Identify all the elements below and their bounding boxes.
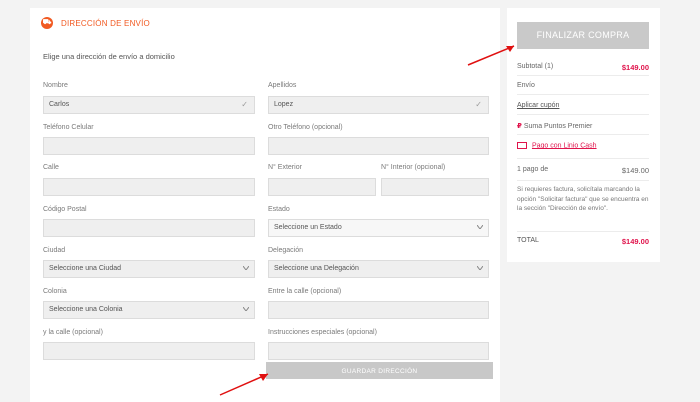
otro-telefono-label: Otro Teléfono (opcional) [268,124,343,131]
apply-coupon-link[interactable]: Aplicar cupón [517,102,559,109]
colonia-value: Seleccione una Colonia [49,306,123,313]
points-row: ₽ Suma Puntos Premier [517,122,649,130]
envio-label: Envío [517,82,535,89]
estado-label: Estado [268,206,290,213]
estado-value: Seleccione un Estado [274,224,342,231]
subtotal-row: Subtotal (1) $149.00 [517,63,649,72]
no-exterior-field[interactable] [268,178,376,196]
colonia-select[interactable]: Seleccione una Colonia [43,301,255,319]
check-icon: ✓ [475,100,482,109]
subtotal-value: $149.00 [621,63,649,72]
apellidos-value: Lopez [274,101,294,108]
wallet-icon [517,142,527,149]
otro-telefono-field[interactable] [268,137,489,155]
instrucciones-label: Instrucciones especiales (opcional) [268,329,377,336]
divider [517,75,649,76]
entre-calle-field[interactable] [268,301,489,319]
divider [517,134,649,135]
colonia-label: Colonia [43,288,67,295]
coupon-row[interactable]: Aplicar cupón [517,102,649,109]
entre-calle-label: Entre la calle (opcional) [268,288,342,295]
y-calle-field[interactable] [43,342,255,360]
divider [517,94,649,95]
y-calle-label: y la calle (opcional) [43,329,103,336]
estado-select[interactable]: Seleccione un Estado [268,219,489,237]
subtotal-label: Subtotal (1) [517,63,554,70]
section-subtitle: Elige una dirección de envío a domicilio [43,52,175,61]
delegacion-value: Seleccione una Delegación [274,265,359,272]
no-interior-label: N° Interior (opcional) [381,164,446,171]
telefono-celular-field[interactable] [43,137,255,155]
payments-row: 1 pago de $149.00 [517,166,649,175]
finish-purchase-button[interactable]: FINALIZAR COMPRA [517,22,649,49]
chevron-down-icon [477,266,483,270]
payments-value: $149.00 [621,166,649,175]
telefono-celular-label: Teléfono Celular [43,124,94,131]
divider [517,114,649,115]
divider [517,231,649,232]
total-value: $149.00 [621,237,649,246]
nombre-label: Nombre [43,82,68,89]
instrucciones-field[interactable] [268,342,489,360]
nombre-value: Carlos [49,101,70,108]
ciudad-value: Seleccione una Ciudad [49,265,121,272]
truck-icon: ⛟ [41,17,53,29]
chevron-down-icon [243,307,249,311]
ciudad-select[interactable]: Seleccione una Ciudad [43,260,255,278]
payments-label: 1 pago de [517,166,549,173]
apellidos-field[interactable]: Lopez ✓ [268,96,489,114]
points-label: Suma Puntos Premier [523,123,593,130]
calle-label: Calle [43,164,59,171]
chevron-down-icon [477,225,483,229]
section-title: DIRECCIÓN DE ENVÍO [61,19,150,28]
invoice-note: Si requieres factura, solicítala marcand… [517,186,649,212]
divider [517,180,649,181]
calle-field[interactable] [43,178,255,196]
ciudad-label: Ciudad [43,247,66,254]
shipping-address-panel: ⛟ DIRECCIÓN DE ENVÍO Elige una dirección… [30,8,500,402]
linio-cash-link[interactable]: Pago con Linio Cash [532,142,597,149]
envio-row: Envío [517,82,649,89]
linio-cash-row[interactable]: Pago con Linio Cash [517,142,649,149]
codigo-postal-field[interactable] [43,219,255,237]
save-address-button[interactable]: GUARDAR DIRECCIÓN [266,362,493,379]
apellidos-label: Apellidos [268,82,297,89]
no-exterior-label: N° Exterior [268,164,302,171]
divider [517,158,649,159]
total-label: TOTAL [517,237,539,244]
chevron-down-icon [243,266,249,270]
delegacion-select[interactable]: Seleccione una Delegación [268,260,489,278]
codigo-postal-label: Código Postal [43,206,87,213]
nombre-field[interactable]: Carlos ✓ [43,96,255,114]
order-summary-panel: FINALIZAR COMPRA Subtotal (1) $149.00 En… [507,8,660,262]
no-interior-field[interactable] [381,178,489,196]
total-row: TOTAL $149.00 [517,237,649,246]
delegacion-label: Delegación [268,247,304,254]
check-icon: ✓ [241,100,248,109]
premier-points-icon: ₽ [517,123,522,130]
